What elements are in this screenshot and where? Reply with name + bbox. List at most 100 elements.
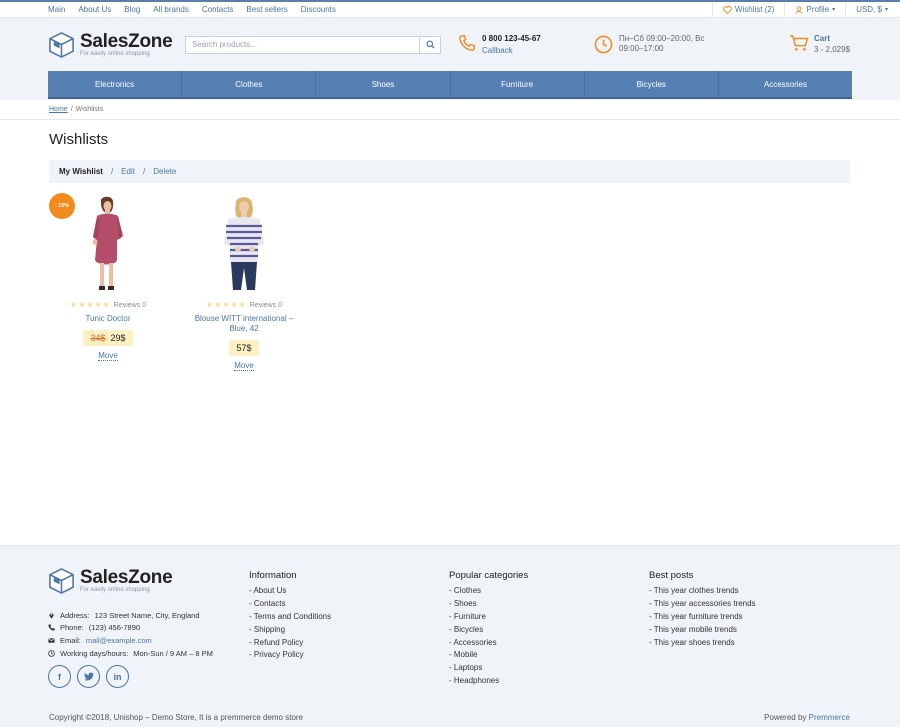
- product-name-link[interactable]: Tunic Doctor: [49, 314, 167, 324]
- top-bar: Main About Us Blog All brands Contacts B…: [0, 0, 900, 18]
- star-icon: ★: [222, 300, 230, 309]
- wishlist-link[interactable]: Wishlist (2): [711, 2, 785, 17]
- profile-label: Profile: [806, 5, 830, 14]
- email-link[interactable]: mail@example.com: [86, 636, 152, 645]
- footer-link[interactable]: - Shoes: [449, 599, 528, 612]
- move-link[interactable]: Move: [98, 351, 118, 361]
- delete-wishlist-link[interactable]: Delete: [153, 167, 176, 176]
- discount-badge: - 15%: [49, 193, 75, 219]
- main-nav-furniture[interactable]: Furniture: [450, 71, 585, 99]
- product-image[interactable]: [185, 193, 303, 293]
- hours-row: Working days/hours: Mon-Sun / 9 AM – 8 P…: [48, 647, 213, 659]
- clock-icon: [48, 650, 55, 657]
- product-price: 34$ 29$: [83, 330, 133, 346]
- star-icon: ★: [214, 300, 222, 309]
- chevron-down-icon: ▾: [884, 7, 888, 13]
- main-nav-wrap: Electronics Clothes Shoes Furniture Bicy…: [0, 71, 900, 100]
- star-icon: ★: [69, 300, 78, 309]
- search-input[interactable]: [185, 35, 419, 54]
- footer-link[interactable]: - This year furniture trends: [649, 612, 756, 625]
- cart-summary: 3 - 2,029$: [814, 45, 851, 54]
- footer-link[interactable]: - Accessories: [449, 638, 528, 651]
- top-nav-discounts[interactable]: Discounts: [301, 5, 336, 14]
- star-icon: ★: [238, 300, 246, 309]
- top-nav-about[interactable]: About Us: [78, 5, 111, 14]
- footer-link[interactable]: - Mobile: [449, 650, 528, 663]
- footer-link[interactable]: - This year accessories trends: [649, 599, 756, 612]
- twitter-icon[interactable]: [77, 665, 100, 688]
- reviews-count[interactable]: Reviews 0: [114, 302, 146, 309]
- top-nav-brands[interactable]: All brands: [153, 5, 189, 14]
- main-nav: Electronics Clothes Shoes Furniture Bicy…: [48, 71, 853, 99]
- main-nav-clothes[interactable]: Clothes: [182, 71, 317, 99]
- reviews-count[interactable]: Reviews 0: [250, 302, 282, 309]
- top-nav-best-sellers[interactable]: Best sellers: [246, 5, 287, 14]
- footer-link[interactable]: - Contacts: [249, 599, 331, 612]
- phone-value: (123) 456-7890: [88, 623, 141, 633]
- old-price: 34$: [90, 333, 106, 343]
- footer-logo[interactable]: SalesZone For easily online shopping: [48, 567, 173, 594]
- cart-title: Cart: [814, 34, 831, 43]
- footer-link[interactable]: - This year clothes trends: [649, 586, 756, 599]
- footer-link[interactable]: - This year shoes trends: [649, 638, 756, 651]
- product-name-link[interactable]: Blouse WITT international – Blue, 42: [185, 314, 303, 334]
- currency-label: USD, $: [856, 5, 882, 14]
- currency-dropdown[interactable]: USD, $ ▾: [845, 2, 900, 17]
- footer-link[interactable]: - Headphones: [449, 676, 528, 689]
- tunic-dress-image: [92, 196, 123, 290]
- top-nav-main[interactable]: Main: [48, 5, 65, 14]
- footer-link[interactable]: - About Us: [249, 586, 331, 599]
- footer-info-column: Information - About Us - Contacts - Term…: [249, 570, 331, 663]
- product-rating: ★ ★ ★ ★ ★ Reviews 0: [49, 301, 167, 309]
- map-pin-icon: [49, 612, 54, 619]
- footer-link[interactable]: - Privacy Policy: [249, 650, 331, 663]
- footer-link[interactable]: - Shipping: [249, 625, 331, 638]
- footer-link[interactable]: - Furniture: [449, 612, 528, 625]
- powered-label: Powered by: [764, 713, 807, 722]
- footer-logo-name: SalesZone: [80, 567, 173, 588]
- posts-title: Best posts: [649, 570, 694, 581]
- footer-link[interactable]: - Refund Policy: [249, 638, 331, 651]
- breadcrumb-current: Wishlists: [75, 106, 104, 113]
- copyright: Copyright ©2018, Unishop – Demo Store, I…: [49, 713, 304, 722]
- page-title: Wishlists: [49, 131, 109, 148]
- footer-link[interactable]: - Clothes: [449, 586, 528, 599]
- main-nav-electronics[interactable]: Electronics: [48, 71, 183, 99]
- footer-link[interactable]: - Terms and Conditions: [249, 612, 331, 625]
- facebook-icon[interactable]: f: [48, 665, 71, 688]
- main-nav-accessories[interactable]: Accessories: [718, 71, 853, 99]
- main-nav-shoes[interactable]: Shoes: [316, 71, 451, 99]
- phone-number: 0 800 123-45-67: [482, 34, 541, 43]
- current-price: 57$: [236, 343, 252, 353]
- footer-link[interactable]: - This year mobile trends: [649, 625, 756, 638]
- linkedin-icon[interactable]: in: [106, 665, 129, 688]
- breadcrumb-home[interactable]: Home: [49, 106, 68, 113]
- categories-title: Popular categories: [449, 570, 529, 581]
- footer-link[interactable]: - Bicycles: [449, 625, 528, 638]
- heart-icon: [722, 5, 732, 14]
- premmerce-link[interactable]: Premmerce: [809, 713, 850, 722]
- top-nav-blog[interactable]: Blog: [124, 5, 140, 14]
- email-label: Email:: [60, 636, 81, 646]
- logo-name: SalesZone: [80, 31, 173, 52]
- move-link[interactable]: Move: [234, 361, 254, 371]
- search-button[interactable]: [419, 35, 441, 54]
- footer-link[interactable]: - Laptops: [449, 663, 528, 676]
- top-nav-contacts[interactable]: Contacts: [202, 5, 234, 14]
- main-nav-bicycles[interactable]: Bicycles: [584, 71, 719, 99]
- phone-block: 0 800 123-45-67 Callback: [458, 34, 541, 55]
- twitter-bird-icon: [83, 672, 94, 681]
- address-label: Address:: [60, 610, 90, 620]
- logo[interactable]: SalesZone For easily online shopping: [48, 31, 185, 58]
- current-price: 29$: [110, 333, 126, 343]
- breadcrumb: Home / Wishlists: [0, 100, 900, 120]
- star-icon: ★: [230, 300, 238, 309]
- callback-link[interactable]: Callback: [482, 46, 541, 55]
- profile-dropdown[interactable]: Profile ▾: [784, 2, 845, 17]
- cart-icon: [790, 35, 809, 51]
- wishlist-toolbar: My Wishlist / Edit / Delete: [49, 160, 850, 183]
- phone-icon: [459, 35, 475, 51]
- cart-link[interactable]: Cart 3 - 2,029$: [789, 34, 850, 54]
- edit-wishlist-link[interactable]: Edit: [121, 167, 135, 176]
- star-icon: ★: [94, 300, 102, 309]
